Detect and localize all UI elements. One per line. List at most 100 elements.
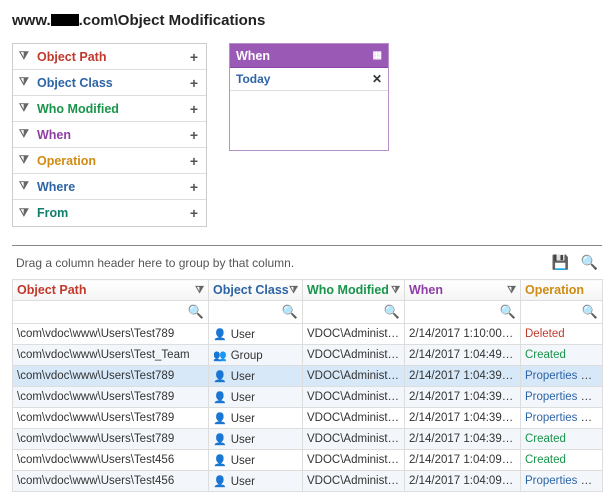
search-icon[interactable]: 🔍 (581, 254, 598, 270)
plus-icon[interactable]: + (188, 153, 200, 169)
cell-who-modified: VDOC\Administrator (303, 387, 405, 408)
search-when[interactable]: 🔍 (405, 301, 521, 324)
results-grid: Object Path⧩ Object Class⧩ Who Modified⧩… (12, 279, 603, 492)
cell-when: 2/14/2017 1:10:00 PM (405, 324, 521, 345)
col-when[interactable]: When⧩ (405, 280, 521, 301)
grid-header-row: Object Path⧩ Object Class⧩ Who Modified⧩… (13, 280, 603, 301)
close-icon[interactable]: ✕ (372, 72, 382, 86)
cell-who-modified: VDOC\Administrator (303, 450, 405, 471)
save-icon[interactable]: 💾 (552, 254, 569, 270)
cell-object-path: \com\vdoc\www\Users\Test456 (13, 471, 209, 492)
cell-object-path: \com\vdoc\www\Users\Test_Team (13, 345, 209, 366)
table-row[interactable]: \com\vdoc\www\Users\Test_Team👥GroupVDOC\… (13, 345, 603, 366)
funnel-icon: ⧩ (19, 207, 31, 220)
when-item[interactable]: Today✕ (230, 68, 388, 91)
user-icon: 👤 (213, 476, 227, 488)
search-object-class[interactable]: 🔍 (209, 301, 303, 324)
title-suffix: .com\Object Modifications (79, 12, 266, 29)
cell-operation: Created (521, 345, 603, 366)
cell-when: 2/14/2017 1:04:39 PM (405, 366, 521, 387)
search-icon[interactable]: 🔍 (582, 304, 598, 320)
funnel-icon: ⧩ (19, 76, 31, 89)
grid-search-row: 🔍 🔍 🔍 🔍 🔍 (13, 301, 603, 324)
cell-when: 2/14/2017 1:04:39 PM (405, 429, 521, 450)
search-icon[interactable]: 🔍 (500, 304, 516, 320)
user-icon: 👤 (213, 329, 227, 341)
table-row[interactable]: \com\vdoc\www\Users\Test456👤UserVDOC\Adm… (13, 450, 603, 471)
search-icon[interactable]: 🔍 (384, 304, 400, 320)
table-row[interactable]: \com\vdoc\www\Users\Test789👤UserVDOC\Adm… (13, 324, 603, 345)
filter-icon[interactable]: ⧩ (391, 285, 400, 296)
filter-row-objectpath[interactable]: ⧩Object Path+ (13, 44, 206, 70)
cell-operation: Created (521, 429, 603, 450)
calendar-icon[interactable]: ▦ (373, 50, 382, 61)
plus-icon[interactable]: + (188, 127, 200, 143)
search-object-path[interactable]: 🔍 (13, 301, 209, 324)
table-row[interactable]: \com\vdoc\www\Users\Test789👤UserVDOC\Adm… (13, 429, 603, 450)
col-object-class[interactable]: Object Class⧩ (209, 280, 303, 301)
user-icon: 👤 (213, 392, 227, 404)
plus-icon[interactable]: + (188, 75, 200, 91)
cell-when: 2/14/2017 1:04:09 PM (405, 450, 521, 471)
cell-object-class: 👤User (209, 450, 303, 471)
filter-row-operation[interactable]: ⧩Operation+ (13, 148, 206, 174)
filter-icon[interactable]: ⧩ (289, 285, 298, 296)
filter-label: Object Class (37, 76, 188, 90)
title-prefix: www. (12, 12, 51, 29)
cell-object-path: \com\vdoc\www\Users\Test789 (13, 387, 209, 408)
cell-operation: Properties Modified (521, 408, 603, 429)
group-by-hint: Drag a column header here to group by th… (16, 256, 544, 270)
filter-icon[interactable]: ⧩ (195, 285, 204, 296)
cell-when: 2/14/2017 1:04:09 PM (405, 471, 521, 492)
funnel-icon: ⧩ (19, 180, 31, 193)
plus-icon[interactable]: + (188, 101, 200, 117)
filter-row-where[interactable]: ⧩ Where+ (13, 174, 206, 200)
table-row[interactable]: \com\vdoc\www\Users\Test456👤UserVDOC\Adm… (13, 471, 603, 492)
col-operation[interactable]: Operation (521, 280, 603, 301)
filter-row-objectclass[interactable]: ⧩ Object Class+ (13, 70, 206, 96)
plus-icon[interactable]: + (188, 179, 200, 195)
col-who-modified[interactable]: Who Modified⧩ (303, 280, 405, 301)
plus-icon[interactable]: + (188, 205, 200, 221)
cell-object-class: 👤User (209, 471, 303, 492)
when-panel-header[interactable]: When ▦ (230, 44, 388, 68)
filter-label: Who Modified (37, 102, 188, 116)
funnel-icon: ⧩ (19, 154, 31, 167)
table-row[interactable]: \com\vdoc\www\Users\Test789👤UserVDOC\Adm… (13, 366, 603, 387)
user-icon: 👤 (213, 413, 227, 425)
cell-who-modified: VDOC\Administrator (303, 471, 405, 492)
search-operation[interactable]: 🔍 (521, 301, 603, 324)
cell-object-class: 👤User (209, 324, 303, 345)
search-who-modified[interactable]: 🔍 (303, 301, 405, 324)
search-icon[interactable]: 🔍 (282, 304, 298, 320)
cell-object-path: \com\vdoc\www\Users\Test456 (13, 450, 209, 471)
cell-when: 2/14/2017 1:04:39 PM (405, 408, 521, 429)
search-icon[interactable]: 🔍 (188, 304, 204, 320)
table-row[interactable]: \com\vdoc\www\Users\Test789👤UserVDOC\Adm… (13, 387, 603, 408)
page-title: www. .com\Object Modifications (12, 12, 602, 29)
cell-operation: Deleted (521, 324, 603, 345)
cell-object-path: \com\vdoc\www\Users\Test789 (13, 324, 209, 345)
funnel-icon: ⧩ (19, 50, 31, 63)
cell-when: 2/14/2017 1:04:49 PM (405, 345, 521, 366)
table-row[interactable]: \com\vdoc\www\Users\Test789👤UserVDOC\Adm… (13, 408, 603, 429)
plus-icon[interactable]: + (188, 49, 200, 65)
cell-object-path: \com\vdoc\www\Users\Test789 (13, 429, 209, 450)
group-by-bar[interactable]: Drag a column header here to group by th… (12, 245, 602, 279)
filter-label: Where (37, 180, 188, 194)
filter-row-from[interactable]: ⧩ From+ (13, 200, 206, 226)
when-panel-title: When (236, 49, 373, 63)
filter-icon[interactable]: ⧩ (507, 285, 516, 296)
cell-who-modified: VDOC\Administrator (303, 429, 405, 450)
cell-object-class: 👤User (209, 366, 303, 387)
when-item-label: Today (236, 72, 372, 86)
group-icon: 👥 (213, 350, 227, 362)
cell-who-modified: VDOC\Administrator (303, 324, 405, 345)
filter-row-whomodified[interactable]: ⧩Who Modified+ (13, 96, 206, 122)
filter-sidebar: ⧩Object Path+⧩Object Class+⧩Who Modified… (12, 43, 207, 227)
when-panel: When ▦ Today✕ (229, 43, 389, 151)
filter-row-when[interactable]: ⧩When+ (13, 122, 206, 148)
col-object-path[interactable]: Object Path⧩ (13, 280, 209, 301)
cell-object-path: \com\vdoc\www\Users\Test789 (13, 408, 209, 429)
filter-label: From (37, 206, 188, 220)
